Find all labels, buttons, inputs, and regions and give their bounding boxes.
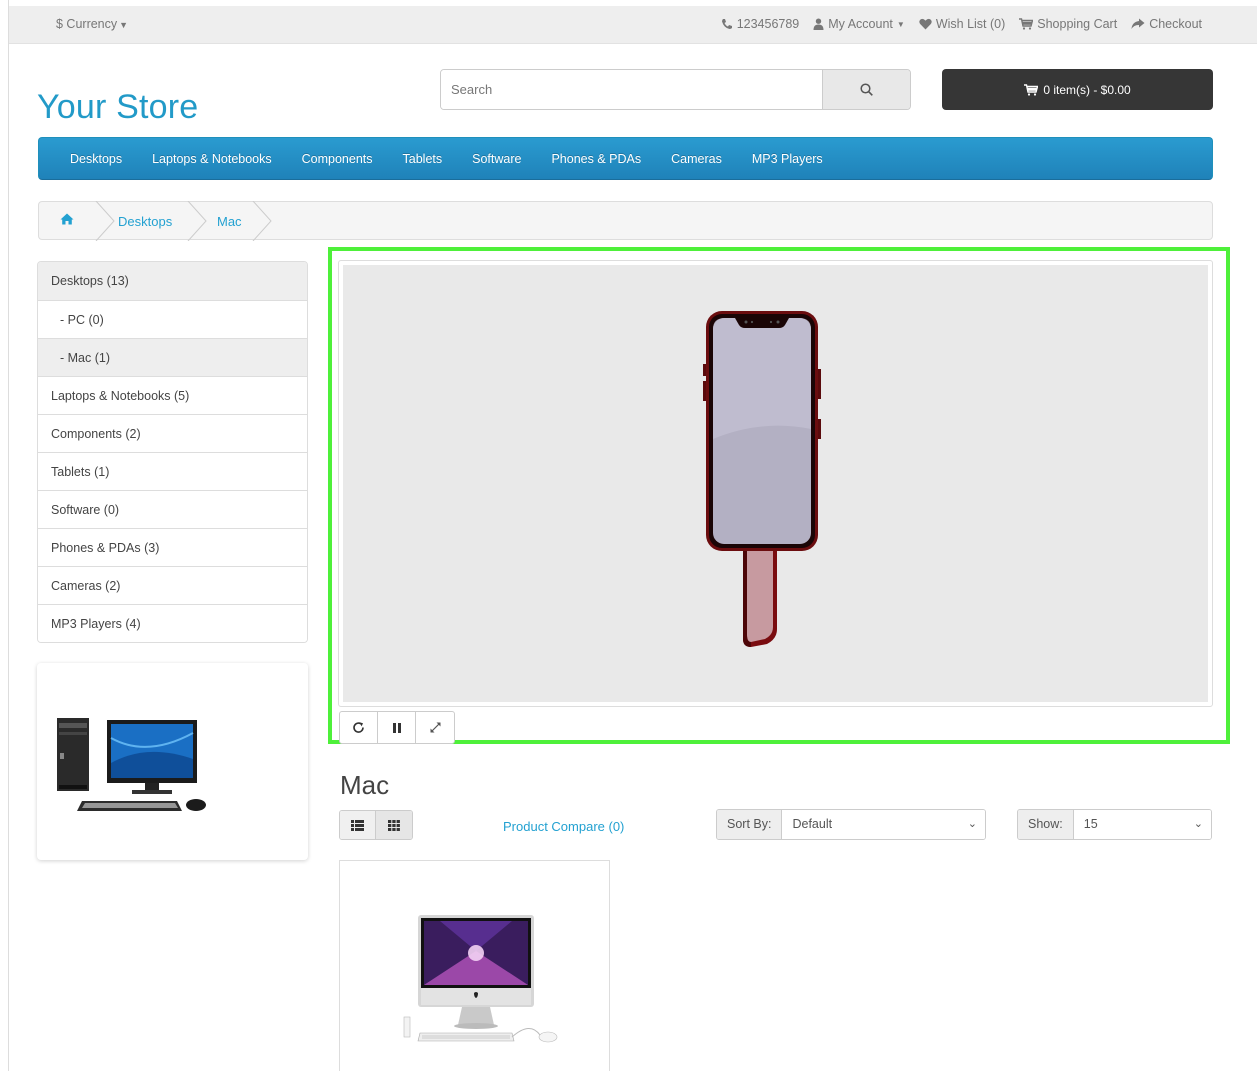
category-laptops-notebooks[interactable]: Laptops & Notebooks (5) <box>38 376 307 414</box>
list-icon <box>351 819 364 831</box>
list-view-button[interactable] <box>340 811 376 839</box>
category-list: Desktops (13) - PC (0) - Mac (1) Laptops… <box>37 261 308 643</box>
category-mac[interactable]: - Mac (1) <box>38 338 307 376</box>
imac-product-image[interactable] <box>400 911 580 1051</box>
sort-by-group: Sort By: Default ⌄ <box>716 809 986 840</box>
category-tablets[interactable]: Tablets (1) <box>38 452 307 490</box>
home-icon <box>60 213 74 225</box>
fullscreen-button[interactable] <box>416 712 454 743</box>
category-desktops[interactable]: Desktops (13) <box>38 262 307 300</box>
menu-item-cameras[interactable]: Cameras <box>671 152 722 166</box>
desktop-computer-image <box>57 718 206 811</box>
shopping-cart-icon <box>1019 18 1034 30</box>
show-label: Show: <box>1018 810 1074 839</box>
breadcrumb-separator <box>95 201 115 241</box>
pause-button[interactable] <box>378 712 416 743</box>
page-title: Mac <box>340 770 390 800</box>
caret-down-icon: ▼ <box>896 19 905 29</box>
product-3d-viewer[interactable] <box>338 260 1213 707</box>
chevron-down-icon: ⌄ <box>967 818 977 830</box>
phone-link[interactable]: 123456789 <box>721 17 800 31</box>
fullscreen-icon <box>430 722 440 733</box>
chevron-down-icon: ⌄ <box>1193 818 1203 830</box>
wishlist-label: Wish List (0) <box>935 17 1006 31</box>
caret-down-icon: ▼ <box>119 20 129 30</box>
category-phones-pdas[interactable]: Phones & PDAs (3) <box>38 528 307 566</box>
breadcrumb-separator <box>187 201 207 241</box>
shopping-cart-icon <box>1024 83 1039 96</box>
breadcrumb-separator <box>252 201 272 241</box>
phone-3d-model[interactable] <box>701 309 831 649</box>
viewer-stage[interactable] <box>343 265 1208 702</box>
category-pc[interactable]: - PC (0) <box>38 300 307 338</box>
breadcrumb-mac[interactable]: Mac <box>217 214 242 229</box>
wishlist-link[interactable]: Wish List (0) <box>919 17 1005 31</box>
product-card <box>339 860 610 1071</box>
shopping-cart-label: Shopping Cart <box>1037 17 1118 31</box>
checkout-label: Checkout <box>1149 17 1202 31</box>
breadcrumb: Desktops Mac <box>38 201 1213 241</box>
currency-dropdown[interactable]: $ Currency ▼ <box>56 17 128 31</box>
category-components[interactable]: Components (2) <box>38 414 307 452</box>
view-toggle <box>339 810 413 840</box>
grid-view-button[interactable] <box>376 811 412 839</box>
viewer-controls <box>339 711 455 744</box>
reload-button[interactable] <box>340 712 378 743</box>
share-arrow-icon <box>1131 18 1145 29</box>
my-account-dropdown[interactable]: My Account ▼ <box>813 17 905 31</box>
reload-icon <box>353 722 364 733</box>
page-frame-edge <box>8 0 9 1071</box>
show-limit-value: 15 <box>1083 817 1098 831</box>
menu-item-desktops[interactable]: Desktops <box>70 152 122 166</box>
top-links: 123456789 My Account ▼ Wish List (0) Sho… <box>721 17 1202 31</box>
top-bar: $ Currency ▼ 123456789 My Account ▼ Wish … <box>9 6 1257 44</box>
menu-item-components[interactable]: Components <box>302 152 373 166</box>
category-mp3-players[interactable]: MP3 Players (4) <box>38 604 307 642</box>
shopping-cart-link[interactable]: Shopping Cart <box>1019 17 1117 31</box>
menu-item-laptops-notebooks[interactable]: Laptops & Notebooks <box>152 152 272 166</box>
category-cameras[interactable]: Cameras (2) <box>38 566 307 604</box>
checkout-link[interactable]: Checkout <box>1131 17 1202 31</box>
product-compare-link[interactable]: Product Compare (0) <box>503 819 624 834</box>
currency-label: $ Currency <box>56 17 118 31</box>
menu-item-mp3-players[interactable]: MP3 Players <box>752 152 823 166</box>
sort-by-select[interactable]: Default ⌄ <box>782 810 985 839</box>
user-icon <box>813 18 824 30</box>
cart-button[interactable]: 0 item(s) - $0.00 <box>942 69 1213 110</box>
phone-icon <box>721 19 732 29</box>
search-icon <box>860 83 873 96</box>
main-menu: Desktops Laptops & Notebooks Components … <box>38 137 1213 180</box>
sort-by-value: Default <box>792 817 833 831</box>
category-software[interactable]: Software (0) <box>38 490 307 528</box>
pause-icon <box>392 722 401 733</box>
store-logo[interactable]: Your Store <box>37 88 198 127</box>
breadcrumb-desktops[interactable]: Desktops <box>118 214 172 229</box>
menu-item-tablets[interactable]: Tablets <box>403 152 443 166</box>
menu-item-phones-pdas[interactable]: Phones & PDAs <box>551 152 641 166</box>
my-account-label: My Account <box>828 17 893 31</box>
search-button[interactable] <box>822 70 910 109</box>
menu-item-software[interactable]: Software <box>472 152 521 166</box>
show-limit-group: Show: 15 ⌄ <box>1017 809 1212 840</box>
banner-desktop-pc[interactable] <box>37 663 308 860</box>
sort-by-label: Sort By: <box>717 810 783 839</box>
cart-total-label: 0 item(s) - $0.00 <box>1043 82 1131 97</box>
search-input[interactable] <box>441 70 822 109</box>
show-limit-select[interactable]: 15 ⌄ <box>1073 810 1211 839</box>
breadcrumb-home[interactable] <box>60 213 74 228</box>
search-group <box>440 69 911 110</box>
grid-icon <box>388 819 400 831</box>
heart-icon <box>919 18 932 30</box>
phone-number: 123456789 <box>736 17 800 31</box>
